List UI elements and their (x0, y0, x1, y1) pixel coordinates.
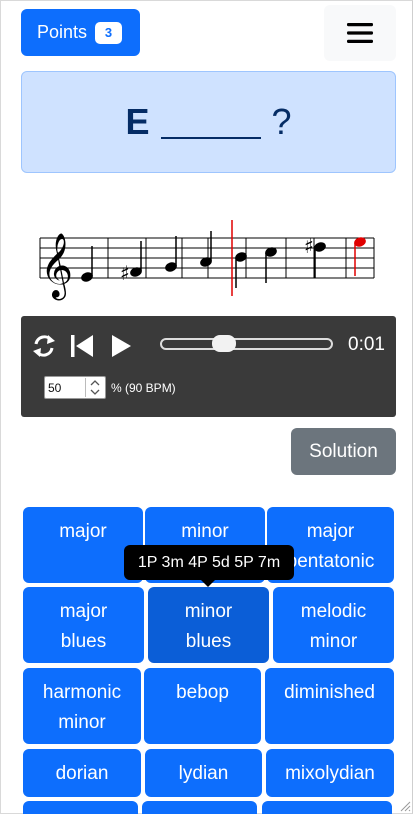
question-note: E (125, 101, 150, 142)
treble-clef-icon: 𝄞 (40, 233, 73, 300)
question-panel: E ? (21, 71, 396, 173)
play-icon (112, 335, 131, 357)
speed-label: % (90 BPM) (111, 381, 176, 395)
points-badge: 3 (95, 21, 123, 44)
tooltip-arrow (201, 580, 215, 587)
scale-button-bebop[interactable]: bebop (144, 668, 261, 744)
scale-button-harmonic-minor[interactable]: harmonic minor (23, 668, 141, 744)
scale-button-lydian[interactable]: lydian (145, 749, 262, 797)
skip-back-icon (71, 335, 93, 357)
hamburger-icon (347, 23, 373, 43)
svg-text:♯: ♯ (304, 234, 314, 258)
interval-tooltip: 1P 3m 4P 5d 5P 7m (124, 545, 294, 580)
progress-slider[interactable] (160, 338, 333, 350)
scale-button-partial[interactable] (262, 801, 392, 814)
music-staff: 𝄞 ♯ ♯ (39, 220, 375, 300)
answer-blank (161, 105, 262, 139)
speed-input[interactable]: 50 (44, 376, 106, 399)
play-button[interactable] (109, 332, 133, 360)
scale-button-diminished[interactable]: diminished (265, 668, 394, 744)
skip-back-button[interactable] (69, 332, 95, 360)
speed-spinner[interactable] (85, 378, 103, 397)
svg-text:♯: ♯ (120, 261, 130, 285)
scale-button-mixolydian[interactable]: mixolydian (266, 749, 394, 797)
scale-button-major-blues[interactable]: major blues (23, 587, 144, 663)
question-mark: ? (271, 101, 292, 142)
points-button[interactable]: Points 3 (21, 9, 140, 56)
menu-button[interactable] (324, 5, 396, 61)
repeat-button[interactable] (31, 332, 57, 360)
scale-button-dorian[interactable]: dorian (23, 749, 141, 797)
scale-button-partial[interactable] (142, 801, 257, 814)
speed-value: 50 (48, 380, 62, 395)
resize-grip-icon[interactable] (399, 800, 411, 812)
scale-button-minor-blues[interactable]: minor blues (148, 587, 269, 663)
audio-player: 0:01 50 % (90 BPM) (21, 316, 396, 417)
playback-time: 0:01 (348, 334, 385, 355)
scale-button-melodic-minor[interactable]: melodic minor (273, 587, 394, 663)
solution-button[interactable]: Solution (291, 428, 396, 475)
spinner-arrows-icon (90, 380, 100, 395)
repeat-icon (33, 335, 55, 357)
points-label: Points (37, 22, 88, 42)
scale-button-partial[interactable] (23, 801, 138, 814)
progress-slider-thumb[interactable] (212, 335, 236, 352)
